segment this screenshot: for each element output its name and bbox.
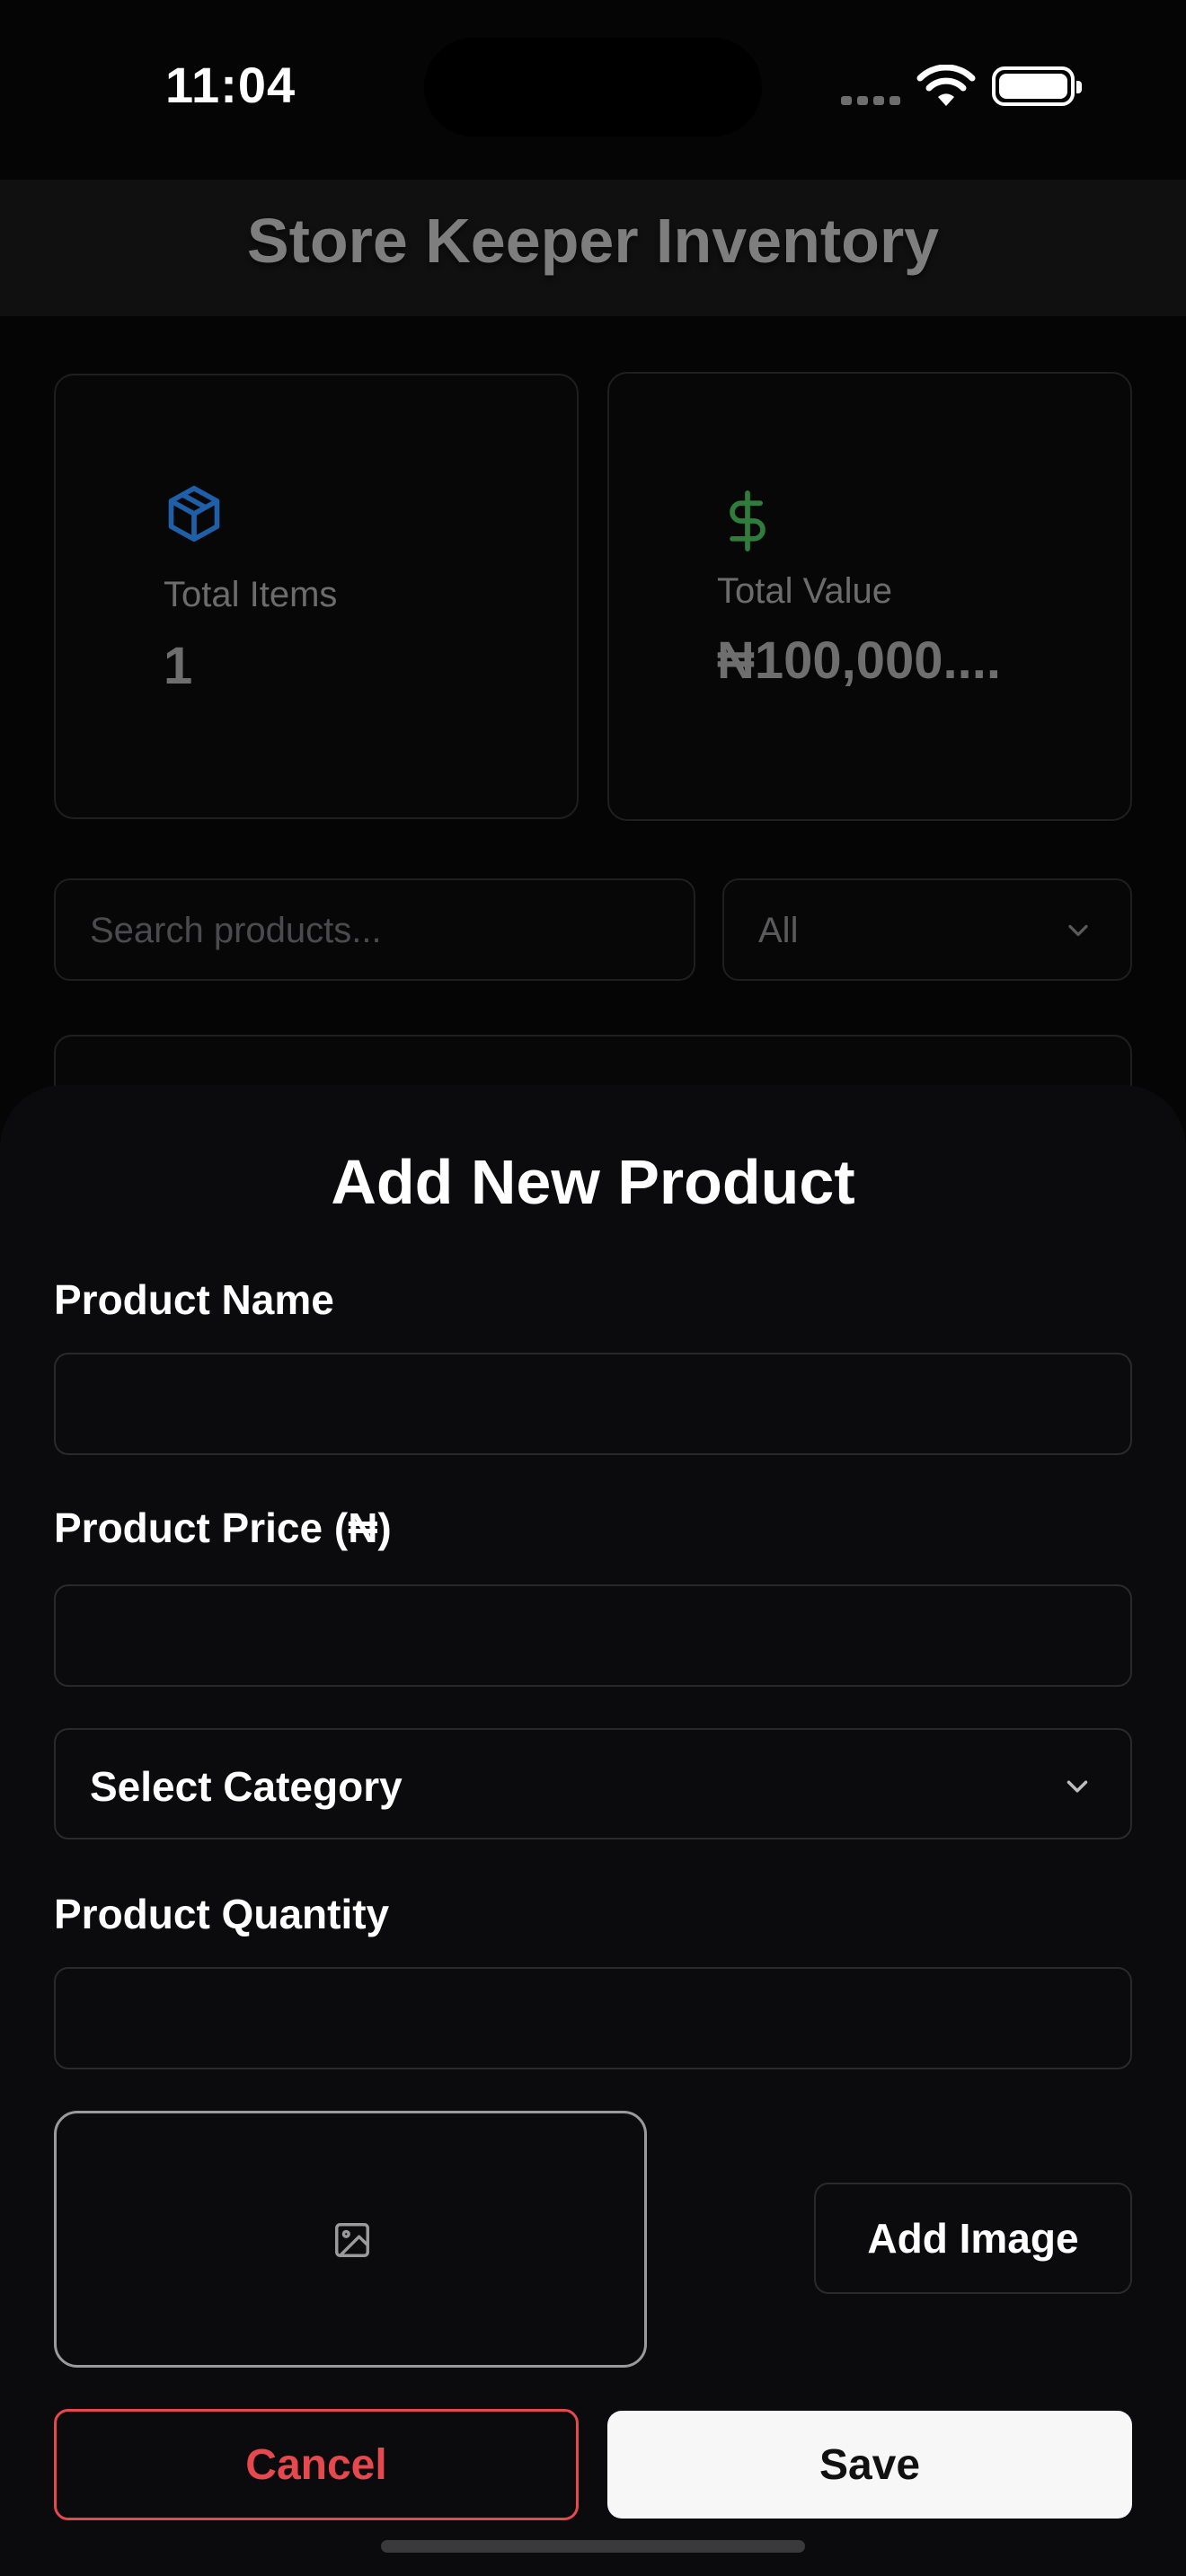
- home-indicator[interactable]: [381, 2540, 805, 2553]
- battery-icon: [992, 66, 1082, 106]
- sheet-title: Add New Product: [331, 1147, 855, 1217]
- chevron-down-icon: [1068, 924, 1088, 937]
- total-items-card: Total Items 1: [54, 374, 579, 819]
- product-price-input[interactable]: [54, 1584, 1132, 1687]
- total-items-label: Total Items: [164, 575, 338, 614]
- total-value-card: Total Value ₦100,000....: [607, 372, 1132, 821]
- app-title: Store Keeper Inventory: [246, 206, 940, 276]
- status-time: 11:04: [165, 57, 296, 113]
- product-quantity-input[interactable]: [54, 1967, 1132, 2069]
- add-image-button[interactable]: Add Image: [814, 2183, 1132, 2294]
- chevron-down-icon: [1067, 1780, 1088, 1793]
- product-name-input[interactable]: [54, 1353, 1132, 1455]
- product-name-label: Product Name: [54, 1276, 334, 1323]
- cellular-signal-icon: [841, 93, 906, 110]
- category-filter-value: All: [758, 911, 799, 950]
- image-preview-box[interactable]: [54, 2111, 647, 2368]
- image-placeholder-icon: [335, 2223, 369, 2257]
- wifi-icon: [916, 65, 976, 106]
- add-product-sheet: Add New Product Product Name Product Pri…: [0, 1085, 1186, 2576]
- dynamic-island: [424, 38, 762, 137]
- total-value-amount: ₦100,000....: [717, 631, 1001, 690]
- category-select[interactable]: Select Category: [54, 1728, 1132, 1839]
- search-placeholder: Search products...: [90, 911, 382, 950]
- app-header: Store Keeper Inventory: [0, 180, 1186, 316]
- box-icon: [168, 485, 220, 543]
- category-filter-select[interactable]: All: [722, 878, 1132, 981]
- total-value-label: Total Value: [717, 571, 892, 611]
- dollar-icon: [730, 490, 766, 551]
- category-select-placeholder: Select Category: [90, 1763, 403, 1810]
- search-input[interactable]: Search products...: [54, 878, 695, 981]
- product-price-label: Product Price (₦): [54, 1504, 392, 1551]
- cancel-button[interactable]: Cancel: [54, 2409, 579, 2520]
- total-items-value: 1: [164, 637, 193, 695]
- save-button[interactable]: Save: [607, 2411, 1132, 2519]
- status-bar: 11:04: [0, 0, 1186, 180]
- product-quantity-label: Product Quantity: [54, 1891, 390, 1937]
